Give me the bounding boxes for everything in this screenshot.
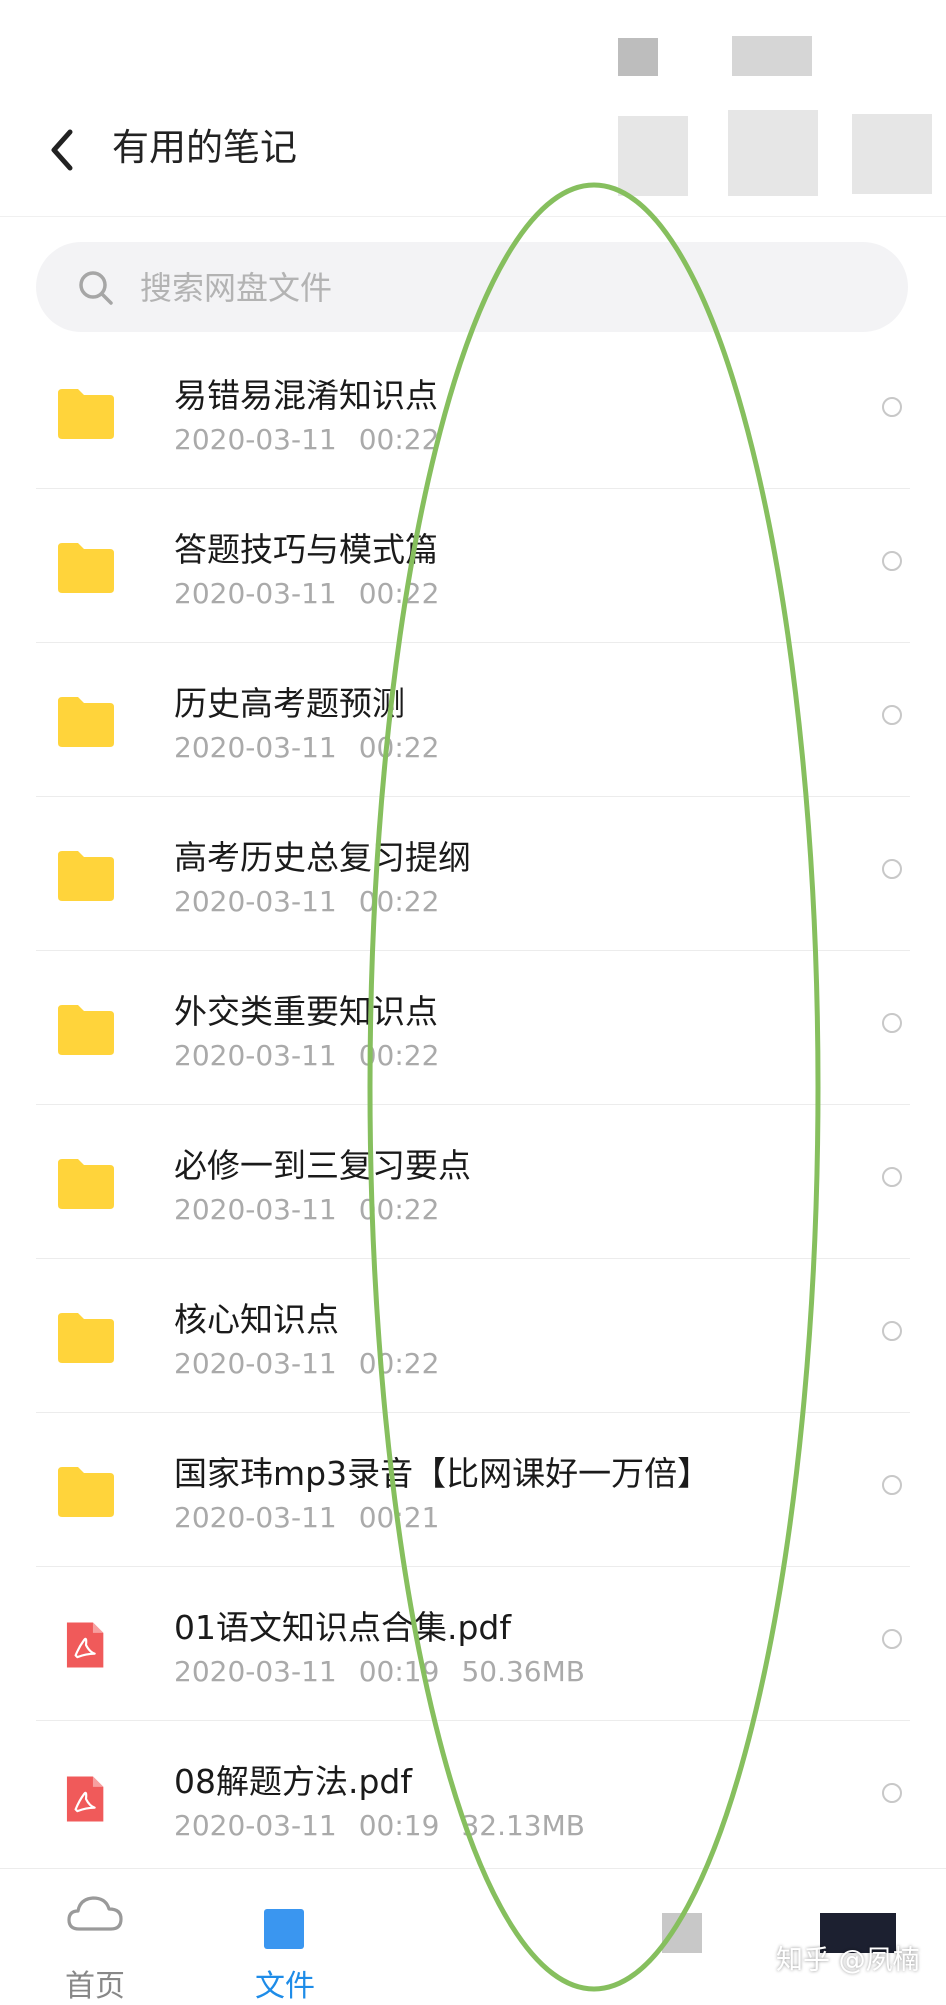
pdf-file-icon [66,1776,104,1822]
file-date: 2020-03-11 [174,1193,337,1226]
select-checkbox[interactable] [882,705,902,725]
file-date: 2020-03-11 [174,885,337,918]
search-input[interactable] [138,242,842,334]
folder-icon [58,1005,114,1055]
list-item[interactable]: 01语文知识点合集.pdf 2020-03-11 00:19 50.36MB [0,1567,946,1721]
list-item[interactable]: 国家玮mp3录音【比网课好一万倍】 2020-03-11 00:21 [0,1413,946,1567]
header-blurred-action[interactable] [618,116,688,196]
file-name: 易错易混淆知识点 [174,376,438,415]
file-date: 2020-03-11 [174,731,337,764]
list-item[interactable]: 高考历史总复习提纲 2020-03-11 00:22 [0,797,946,951]
folder-icon [58,697,114,747]
list-item[interactable]: 必修一到三复习要点 2020-03-11 00:22 [0,1105,946,1259]
file-name: 历史高考题预测 [174,684,405,723]
blurred-tab-icon [662,1913,702,1953]
file-date: 2020-03-11 [174,423,337,456]
tab-files[interactable]: 文件 [210,1869,360,2004]
file-name: 答题技巧与模式篇 [174,530,438,569]
file-date: 2020-03-11 [174,1039,337,1072]
watermark: 知乎 @夙楠 [776,1945,920,1976]
file-name: 外交类重要知识点 [174,992,438,1031]
list-item[interactable]: 答题技巧与模式篇 2020-03-11 00:22 [0,489,946,643]
select-checkbox[interactable] [882,1475,902,1495]
file-meta: 2020-03-11 00:22 [174,1193,439,1226]
folder-icon [58,1313,114,1363]
file-name: 必修一到三复习要点 [174,1146,471,1185]
list-item[interactable]: 08解题方法.pdf 2020-03-11 00:19 32.13MB [0,1721,946,1875]
status-bar [0,0,946,80]
select-checkbox[interactable] [882,1321,902,1341]
file-meta: 2020-03-11 00:21 [174,1501,439,1534]
pdf-file-icon [66,1622,104,1668]
list-item[interactable]: 易错易混淆知识点 2020-03-11 00:22 [0,335,946,489]
file-date: 2020-03-11 [174,1809,337,1842]
back-button[interactable] [40,120,90,180]
file-name: 01语文知识点合集.pdf [174,1608,511,1647]
bottom-nav: 首页 文件 [0,1868,946,2004]
file-date: 2020-03-11 [174,577,337,610]
list-item[interactable]: 历史高考题预测 2020-03-11 00:22 [0,643,946,797]
status-bar-blurred-block [618,38,658,76]
chevron-left-icon [51,129,73,171]
select-checkbox[interactable] [882,1167,902,1187]
header-blurred-action[interactable] [852,114,932,194]
search-bar[interactable] [36,242,908,334]
file-date: 2020-03-11 [174,1347,337,1380]
list-item[interactable]: 核心知识点 2020-03-11 00:22 [0,1259,946,1413]
status-bar-blurred-block [732,36,812,76]
file-meta: 2020-03-11 00:22 [174,731,439,764]
list-item[interactable]: 外交类重要知识点 2020-03-11 00:22 [0,951,946,1105]
file-time: 00:19 [358,1655,440,1688]
file-time: 00:22 [358,577,440,610]
select-checkbox[interactable] [882,397,902,417]
header-blurred-action[interactable] [728,110,818,196]
file-time: 00:22 [358,885,440,918]
file-date: 2020-03-11 [174,1501,337,1534]
file-date: 2020-03-11 [174,1655,337,1688]
files-icon [264,1909,304,1949]
file-meta: 2020-03-11 00:19 50.36MB [174,1655,585,1688]
select-checkbox[interactable] [882,1629,902,1649]
select-checkbox[interactable] [882,1013,902,1033]
file-name: 高考历史总复习提纲 [174,838,471,877]
file-time: 00:22 [358,1347,440,1380]
file-time: 00:21 [358,1501,440,1534]
search-icon [79,271,113,305]
file-meta: 2020-03-11 00:22 [174,577,439,610]
file-meta: 2020-03-11 00:22 [174,1347,439,1380]
file-time: 00:19 [358,1809,440,1842]
select-checkbox[interactable] [882,1783,902,1803]
file-list: 易错易混淆知识点 2020-03-11 00:22 答题技巧与模式篇 2020-0… [0,335,946,1875]
tab-files-label: 文件 [255,1969,315,2004]
folder-icon [58,1467,114,1517]
select-checkbox[interactable] [882,859,902,879]
folder-icon [58,543,114,593]
tab-home[interactable]: 首页 [20,1869,170,2004]
file-meta: 2020-03-11 00:22 [174,423,439,456]
tab-blurred[interactable] [790,1869,940,1998]
file-name: 国家玮mp3录音【比网课好一万倍】 [174,1454,711,1493]
file-meta: 2020-03-11 00:22 [174,1039,439,1072]
file-time: 00:22 [358,423,440,456]
cloud-icon [67,1896,123,1931]
file-meta: 2020-03-11 00:22 [174,885,439,918]
folder-icon [58,851,114,901]
file-time: 00:22 [358,1193,440,1226]
tab-blurred[interactable] [608,1869,758,1998]
file-time: 00:22 [358,731,440,764]
file-meta: 2020-03-11 00:19 32.13MB [174,1809,585,1842]
select-checkbox[interactable] [882,551,902,571]
file-size: 32.13MB [461,1809,585,1842]
folder-icon [58,1159,114,1209]
file-name: 核心知识点 [174,1300,339,1339]
file-time: 00:22 [358,1039,440,1072]
page-title: 有用的笔记 [112,126,297,169]
folder-icon [58,389,114,439]
file-name: 08解题方法.pdf [174,1762,412,1801]
file-size: 50.36MB [461,1655,585,1688]
tab-home-label: 首页 [65,1969,125,2004]
nav-header: 有用的笔记 [0,80,946,217]
